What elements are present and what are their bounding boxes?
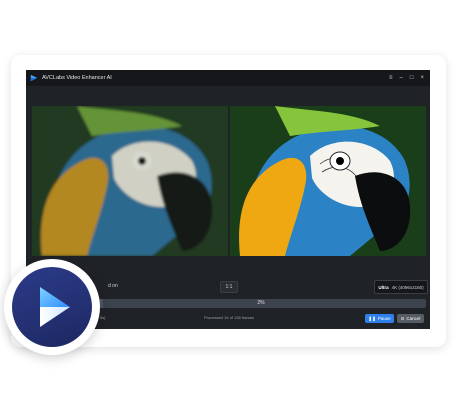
partial-label: d on — [108, 283, 118, 289]
maximize-icon[interactable]: □ — [410, 75, 414, 81]
cancel-icon: ⊘ — [400, 315, 405, 321]
app-title: AVCLabs Video Enhancer AI — [42, 75, 112, 81]
enhanced-preview[interactable] — [230, 106, 426, 256]
progress-bar: 2% — [96, 299, 426, 308]
parrot-image-enhanced — [230, 106, 426, 256]
original-preview[interactable] — [32, 106, 228, 256]
play-triangle-icon — [30, 74, 38, 82]
ratio-button[interactable]: 1:1 — [220, 281, 238, 293]
brand-play-icon — [40, 287, 70, 327]
close-icon[interactable]: × — [420, 75, 424, 81]
pause-label: Pause — [377, 316, 391, 321]
pause-icon: ❚❚ — [368, 315, 376, 321]
menu-icon[interactable]: ≡ — [389, 75, 393, 81]
frames-status: Processed 16 of 136 frames — [204, 315, 255, 320]
output-quality-select[interactable]: Ultra 4K (4096x2160) — [374, 280, 428, 294]
window-controls: ≡ – □ × — [389, 75, 424, 81]
cancel-button[interactable]: ⊘ Cancel — [397, 314, 424, 323]
avclabs-logo-icon — [4, 259, 100, 355]
time-label: 5s] — [100, 315, 106, 320]
progress-percent: 2% — [257, 300, 265, 306]
quality-tag: Ultra — [378, 284, 389, 290]
quality-resolution: 4K (4096x2160) — [391, 284, 424, 290]
pause-button[interactable]: ❚❚ Pause — [365, 314, 394, 323]
titlebar: AVCLabs Video Enhancer AI ≡ – □ × — [26, 70, 430, 86]
parrot-image-original — [32, 106, 228, 256]
minimize-icon[interactable]: – — [400, 75, 403, 81]
cancel-label: Cancel — [406, 316, 421, 321]
